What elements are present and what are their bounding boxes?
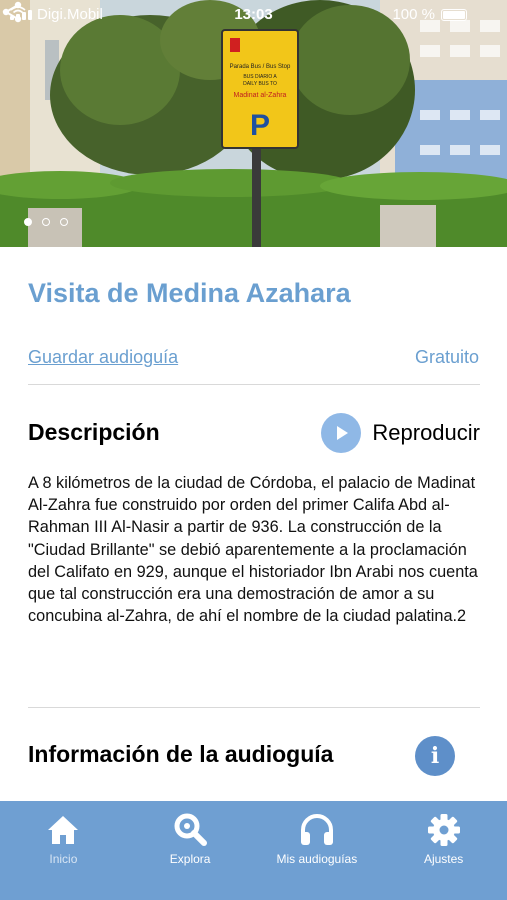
divider [28,384,480,385]
tab-label: Ajustes [423,852,464,866]
price-label: Gratuito [414,347,479,367]
headphones-icon [300,814,333,845]
tab-label: Mis audioguías [276,852,358,866]
info-icon[interactable]: i [415,736,455,776]
tab-label: Explora [169,852,211,866]
home-icon [48,816,79,844]
hero-image[interactable]: Parada Bus / Bus Stop BUS DIARIO A DAILY… [0,0,507,247]
audioguide-info-heading: Información de la audioguía [28,741,334,767]
description-heading: Descripción [28,419,160,445]
gear-icon [427,814,460,846]
play-button[interactable]: Reproducir [321,413,480,453]
sign-text-2: BUS DIARIO A [243,74,277,80]
save-audioguide-link[interactable]: Guardar audioguía [28,347,178,368]
tab-bar: Inicio Explora Mis audioguías Ajustes [0,801,507,900]
description-text: A 8 kilómetros de la ciudad de Córdoba, … [28,474,478,626]
tab-label: Inicio [49,852,78,866]
sign-text-3: DAILY BUS TO [243,81,277,87]
sign-parking: P [250,109,270,142]
battery-percent: 100 % [392,6,435,23]
play-label[interactable]: Reproducir [372,420,480,446]
search-icon [174,813,208,846]
tab-explora[interactable]: Explora [127,801,254,900]
tab-inicio[interactable]: Inicio [0,801,127,900]
sign-destination: Madinat al-Zahra [234,92,287,99]
carousel-dots[interactable] [24,218,68,226]
status-right: 100 % [392,6,467,23]
status-bar: Digi.Mobil 13:03 100 % [0,0,507,30]
tab-ajustes[interactable]: Ajustes [380,801,507,900]
carousel-dot[interactable] [42,218,50,226]
tab-mis-audioguias[interactable]: Mis audioguías [254,801,381,900]
sign-text-1: Parada Bus / Bus Stop [230,64,291,70]
guide-title: Visita de Medina Azahara [28,278,351,308]
battery-icon [441,8,467,21]
play-icon[interactable] [321,413,362,453]
divider [28,707,480,708]
share-icon[interactable] [0,0,24,24]
hero-photo: Parada Bus / Bus Stop BUS DIARIO A DAILY… [0,0,507,247]
carousel-dot[interactable] [60,218,68,226]
carousel-dot[interactable] [24,218,32,226]
